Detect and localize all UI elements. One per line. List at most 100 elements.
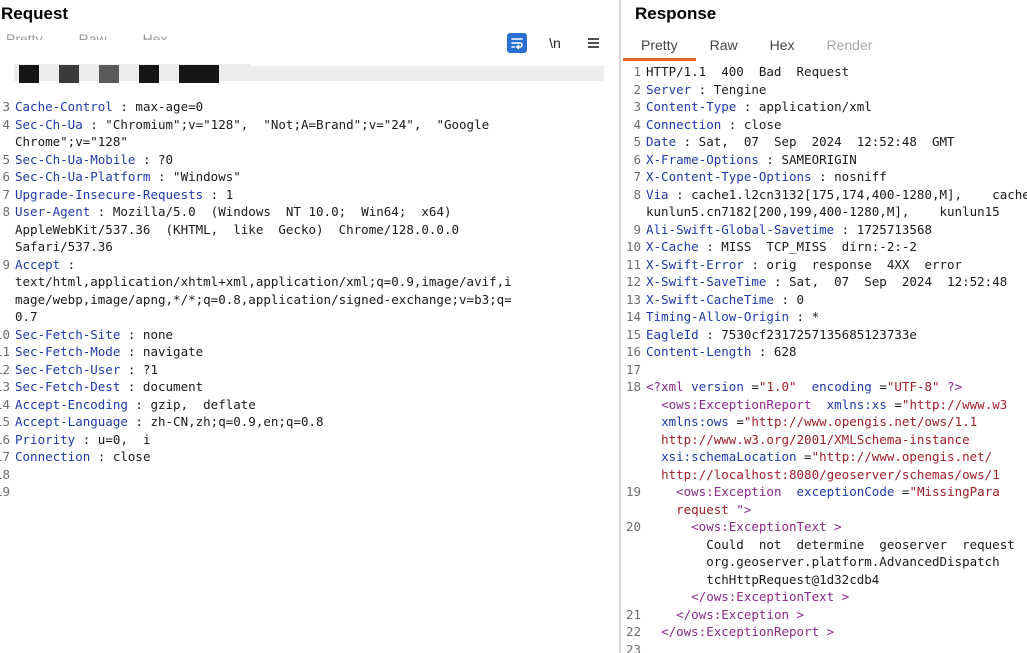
- header-name: X-Content-Type-Options: [646, 169, 812, 184]
- line-number: [621, 501, 641, 519]
- line-number: 15: [0, 414, 10, 429]
- line-text: Sec-Fetch-Site : none: [10, 326, 173, 344]
- code-line: 4 Sec-Ch-Ua : "Chromium";v="128", "Not;A=…: [0, 116, 619, 134]
- code-line: 19 <ows:Exception exceptionCode ="Missin…: [621, 483, 1027, 501]
- line-number: 14: [0, 396, 10, 412]
- redaction-block: [139, 65, 159, 83]
- code-line: 13 X-Swift-CacheTime : 0: [621, 291, 1027, 309]
- code-line: 9 Accept :: [0, 256, 619, 274]
- header-name: Cache-Control: [15, 99, 113, 114]
- response-tab-hex[interactable]: Hex: [770, 34, 795, 59]
- xml-tag: <ows:ExceptionReport: [661, 396, 812, 412]
- line-text: Sec-Ch-Ua-Platform : "Windows": [10, 168, 241, 186]
- code-line: 12 X-Swift-SaveTime : Sat, 07 Sep 2024 12…: [621, 273, 1027, 291]
- text-token: : navigate: [120, 344, 204, 359]
- line-number: 12: [0, 361, 10, 377]
- code-line: 21 </ows:Exception >: [621, 606, 1027, 624]
- line-text: org.geoserver.platform.AdvancedDispatch: [641, 553, 1000, 571]
- response-editor[interactable]: 1 HTTP/1.1 400 Bad Request 2 Server : Tengi…: [621, 63, 1027, 653]
- text-token: : Mozilla/5.0 (Windows NT 10.0; Win64; x…: [90, 204, 452, 219]
- line-number: 16: [625, 344, 641, 359]
- line-text: Accept :: [10, 256, 75, 274]
- header-name: Content-Type: [646, 99, 737, 114]
- line-number: 23: [625, 641, 641, 653]
- line-text: <?xml version ="1.0" encoding ="UTF-8" ?…: [641, 378, 962, 396]
- line-text: Priority : u=0, i: [10, 431, 150, 449]
- line-text: Connection : close: [641, 116, 781, 134]
- line-text: http://www.w3.org/2001/XMLSchema-instanc…: [641, 431, 970, 449]
- line-text: http://localhost:8080/geoserver/schemas/…: [641, 466, 1000, 484]
- line-number: 15: [625, 326, 641, 342]
- response-tab-pretty[interactable]: Pretty: [623, 34, 695, 61]
- code-line: 7 X-Content-Type-Options : nosniff: [621, 168, 1027, 186]
- request-tab-hex[interactable]: Hex: [143, 28, 168, 40]
- redaction-block: [99, 65, 119, 83]
- header-name: Connection: [15, 449, 91, 464]
- line-text: Accept-Encoding : gzip, deflate: [10, 396, 256, 414]
- text-token: =: [871, 379, 887, 394]
- text-token: : *: [789, 309, 820, 324]
- code-line: AppleWebKit/537.36 (KHTML, like Gecko) C…: [0, 221, 619, 239]
- line-number: 2: [633, 81, 641, 97]
- text-token: : SAMEORIGIN: [758, 151, 857, 167]
- request-tab-pretty[interactable]: Pretty: [6, 28, 43, 40]
- line-number: 11: [0, 344, 10, 359]
- header-name: Connection: [646, 116, 722, 132]
- line-number: 22: [625, 624, 641, 639]
- wrap-lines-icon[interactable]: [507, 33, 527, 53]
- xml-tag: >: [819, 624, 835, 639]
- redacted-cover: [251, 58, 611, 66]
- request-tab-raw[interactable]: Raw: [79, 28, 107, 40]
- code-line: http://www.w3.org/2001/XMLSchema-instanc…: [621, 431, 1027, 449]
- line-text: Sec-Fetch-Mode : navigate: [10, 343, 203, 361]
- text-token: : document: [120, 379, 204, 394]
- line-text: X-Swift-CacheTime : 0: [641, 291, 804, 309]
- code-line: Could not determine geoserver request: [621, 536, 1027, 554]
- redaction-block: [19, 65, 39, 83]
- line-text: <ows:Exception exceptionCode ="MissingPa…: [641, 483, 1000, 501]
- response-tab-raw[interactable]: Raw: [710, 34, 738, 59]
- text-token: : max-age=0: [112, 99, 204, 114]
- code-line: </ows:ExceptionText >: [621, 588, 1027, 606]
- line-text: </ows:ExceptionText >: [641, 588, 849, 606]
- xml-tag: <ows:Exception: [676, 484, 782, 499]
- xml-tag: <ows:ExceptionText: [691, 519, 827, 534]
- code-line: 3 Cache-Control : max-age=0: [0, 98, 619, 116]
- header-name: Sec-Fetch-Mode: [15, 344, 121, 359]
- line-text: X-Frame-Options : SAMEORIGIN: [641, 151, 857, 169]
- xml-attribute: xmlns:ows: [661, 414, 729, 429]
- xml-tag: >: [834, 589, 850, 604]
- line-text: X-Cache : MISS TCP_MISS dirn:-2:-2: [641, 238, 917, 256]
- code-line: 22 </ows:ExceptionReport >: [621, 623, 1027, 641]
- newline-toggle-button[interactable]: \n: [545, 33, 565, 53]
- code-line: 13Sec-Fetch-Dest : document: [0, 378, 619, 396]
- line-number: 7: [633, 169, 641, 184]
- text-token: text/html,application/xhtml+xml,applicat…: [15, 274, 512, 289]
- xml-attribute: xmlns:xs: [826, 396, 887, 412]
- text-token: : zh-CN,zh;q=0.9,en;q=0.8: [127, 414, 324, 429]
- code-line: 14Accept-Encoding : gzip, deflate: [0, 396, 619, 414]
- hamburger-menu-icon[interactable]: [583, 33, 603, 53]
- code-line: 10 X-Cache : MISS TCP_MISS dirn:-2:-2: [621, 238, 1027, 256]
- response-tab-render[interactable]: Render: [827, 34, 873, 59]
- line-text: Safari/537.36: [10, 238, 113, 256]
- line-text: Via : cache1.l2cn3132[175,174,400-1280,M…: [641, 186, 1027, 204]
- redaction-block: [59, 65, 79, 83]
- request-editor[interactable]: 3 Cache-Control : max-age=0 4 Sec-Ch-Ua : "…: [0, 98, 619, 501]
- line-number: 4: [2, 116, 10, 132]
- code-line: 11 X-Swift-Error : orig response 4XX erro…: [621, 256, 1027, 274]
- text-token: : 0: [773, 291, 805, 307]
- code-line: mage/webp,image/apng,*/*;q=0.8,applicati…: [0, 291, 619, 309]
- request-toolbar: \n: [507, 33, 603, 53]
- line-text: Accept-Language : zh-CN,zh;q=0.9,en;q=0.…: [10, 413, 324, 431]
- text-token: : MISS TCP_MISS dirn:-2:-2: [698, 239, 917, 254]
- line-text: text/html,application/xhtml+xml,applicat…: [10, 273, 512, 291]
- line-number: 17: [625, 361, 641, 377]
- text-token: : "Chromium";v="128", "Not;A=Brand";v="2…: [82, 116, 490, 132]
- text-token: : Tengine: [691, 81, 767, 97]
- line-text: xsi:schemaLocation ="http://www.opengis.…: [641, 448, 992, 466]
